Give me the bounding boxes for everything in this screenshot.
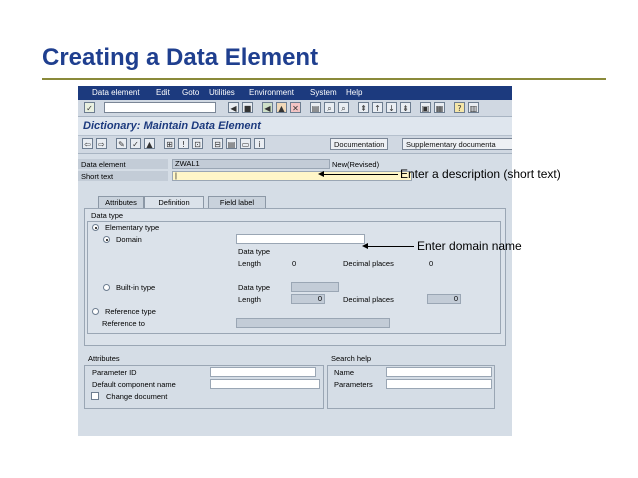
layout-menu-icon[interactable]: ▥ — [468, 102, 479, 113]
forward-arrow-icon[interactable]: ⇨ — [96, 138, 107, 149]
check-icon[interactable]: ✓ — [130, 138, 141, 149]
last-page-icon[interactable]: ⇟ — [400, 102, 411, 113]
domain-decimal-value: 0 — [429, 259, 434, 268]
change-document-label: Change document — [106, 392, 168, 401]
short-text-callout: Enter a description (short text) — [400, 167, 561, 181]
tab-field-label[interactable]: Field label — [208, 196, 266, 208]
status-text: New(Revised) — [332, 160, 380, 169]
attributes-group-title: Attributes — [88, 354, 120, 363]
info-marker-icon[interactable]: ! — [178, 138, 189, 149]
menu-system[interactable]: System — [310, 88, 337, 97]
builtin-length-label: Length — [238, 295, 261, 304]
domain-data-type-label: Data type — [238, 247, 271, 256]
next-page-icon[interactable]: ↓ — [386, 102, 397, 113]
data-element-field: ZWAL1 — [172, 159, 330, 169]
domain-input[interactable] — [236, 234, 365, 244]
builtin-decimal-field: 0 — [427, 294, 461, 304]
application-toolbar: ⇦ ⇨ ✎ ✓ ▲ ⊞ ! ⊡ ⊟ ▤ ▭ i Documentation Su… — [78, 135, 512, 154]
built-in-type-radio[interactable] — [103, 284, 110, 291]
elementary-type-radio[interactable] — [92, 224, 99, 231]
create-session-icon[interactable]: ▣ — [420, 102, 431, 113]
previous-page-icon[interactable]: ↑ — [372, 102, 383, 113]
default-component-label: Default component name — [92, 380, 176, 389]
elementary-type-label: Elementary type — [105, 223, 160, 232]
back-icon[interactable]: ◀ — [262, 102, 273, 113]
definition-panel: Data type Elementary type Domain Data ty… — [84, 208, 506, 346]
save-icon[interactable]: ■ — [242, 102, 253, 113]
window-icon[interactable]: ▭ — [240, 138, 251, 149]
help-icon[interactable]: ? — [454, 102, 465, 113]
domain-label: Domain — [116, 235, 142, 244]
find-icon[interactable]: ⌕ — [324, 102, 335, 113]
documentation-button[interactable]: Documentation — [330, 138, 389, 150]
screen-title: Dictionary: Maintain Data Element — [83, 120, 261, 132]
sap-window: Data element Edit Goto Utilities Environ… — [78, 86, 512, 436]
print-list-icon[interactable]: ▤ — [226, 138, 237, 149]
builtin-data-type-label: Data type — [238, 283, 271, 292]
reference-type-radio[interactable] — [92, 308, 99, 315]
first-page-icon[interactable]: ⇞ — [358, 102, 369, 113]
data-element-label: Data element — [81, 160, 126, 169]
cancel-icon[interactable]: ✕ — [290, 102, 301, 113]
where-used-icon[interactable]: ⊞ — [164, 138, 175, 149]
domain-length-value: 0 — [292, 259, 297, 268]
tab-attributes[interactable]: Attributes — [98, 196, 144, 208]
builtin-decimal-label: Decimal places — [343, 295, 394, 304]
search-help-name-label: Name — [334, 368, 355, 377]
title-divider — [42, 78, 606, 80]
screen-title-bar: Dictionary: Maintain Data Element — [78, 117, 512, 135]
search-help-name-input[interactable] — [386, 367, 492, 377]
data-type-group-title: Data type — [91, 211, 124, 220]
domain-callout-arrow — [362, 243, 368, 249]
short-text-label: Short text — [81, 172, 114, 181]
menu-utilities[interactable]: Utilities — [209, 88, 235, 97]
reference-type-label: Reference type — [105, 307, 156, 316]
change-document-checkbox[interactable] — [91, 392, 99, 400]
reference-to-label: Reference to — [102, 319, 145, 328]
back-arrow-icon[interactable]: ⇦ — [82, 138, 93, 149]
menu-environment[interactable]: Environment — [249, 88, 294, 97]
search-help-parameters-label: Parameters — [334, 380, 373, 389]
exit-icon[interactable]: ▲ — [276, 102, 287, 113]
slide-title: Creating a Data Element — [42, 44, 319, 71]
built-in-type-label: Built-in type — [116, 283, 156, 292]
menu-help[interactable]: Help — [346, 88, 362, 97]
short-text-callout-line — [322, 174, 398, 175]
short-text-input[interactable]: | — [172, 171, 412, 181]
find-next-icon[interactable]: ⌕ — [338, 102, 349, 113]
tab-definition[interactable]: Definition — [144, 196, 204, 208]
parameter-id-input[interactable] — [210, 367, 316, 377]
parameter-id-label: Parameter ID — [92, 368, 137, 377]
search-help-group-title: Search help — [331, 354, 372, 363]
short-text-callout-arrow — [318, 171, 324, 177]
hierarchy-icon[interactable]: ⊟ — [212, 138, 223, 149]
domain-radio[interactable] — [103, 236, 110, 243]
builtin-data-type-field — [291, 282, 339, 292]
default-component-input[interactable] — [210, 379, 320, 389]
menu-edit[interactable]: Edit — [156, 88, 170, 97]
menu-data-element[interactable]: Data element — [92, 88, 140, 97]
menu-bar: Data element Edit Goto Utilities Environ… — [78, 86, 512, 100]
domain-length-label: Length — [238, 259, 261, 268]
supplementary-documentation-button[interactable]: Supplementary documenta — [402, 138, 512, 150]
domain-callout: Enter domain name — [417, 239, 522, 253]
domain-decimal-label: Decimal places — [343, 259, 394, 268]
enter-check-icon[interactable]: ✓ — [84, 102, 95, 113]
reference-to-field — [236, 318, 390, 328]
display-change-icon[interactable]: ✎ — [116, 138, 127, 149]
search-help-parameters-input[interactable] — [386, 379, 492, 389]
menu-goto[interactable]: Goto — [182, 88, 199, 97]
info-icon[interactable]: i — [254, 138, 265, 149]
activate-icon[interactable]: ▲ — [144, 138, 155, 149]
navigation-icon[interactable]: ⊡ — [192, 138, 203, 149]
domain-callout-line — [366, 246, 414, 247]
back-triangle-icon[interactable]: ◀ — [228, 102, 239, 113]
standard-toolbar: ✓ ◀ ■ ◀ ▲ ✕ ▤ ⌕ ⌕ ⇞ ↑ ↓ ⇟ ▣ ▦ ? ▥ — [78, 100, 512, 117]
builtin-length-field: 0 — [291, 294, 325, 304]
print-icon[interactable]: ▤ — [310, 102, 321, 113]
command-field[interactable] — [104, 102, 216, 113]
shortcut-icon[interactable]: ▦ — [434, 102, 445, 113]
